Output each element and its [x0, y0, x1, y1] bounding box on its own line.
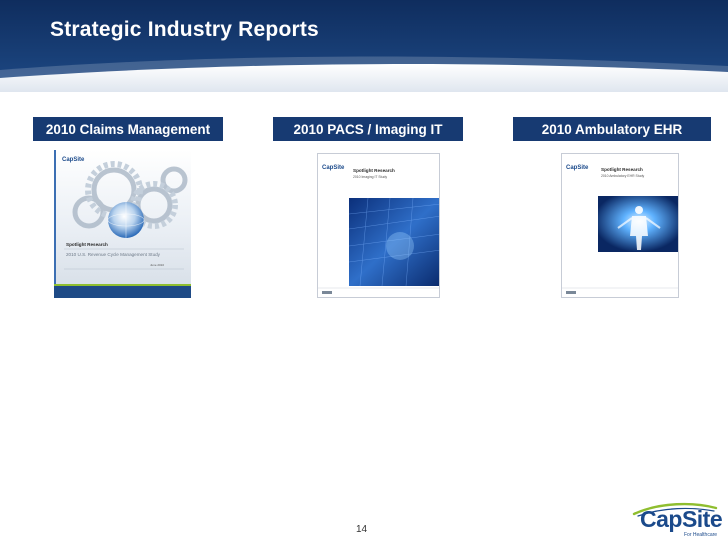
logo-wordmark: CapSite	[640, 506, 723, 532]
page-number: 14	[356, 524, 368, 535]
cover-subheading: 2010 Imaging IT Study	[353, 175, 388, 179]
logo-tagline: For Healthcare	[684, 532, 718, 538]
report-cover-ehr[interactable]: CapSite Spotlight Research 2010 Ambulato…	[561, 153, 679, 298]
cover-logo: CapSite	[62, 157, 84, 163]
cover-date: June 2010	[150, 263, 165, 267]
cover-logo: CapSite	[566, 165, 588, 171]
header-band: Strategic Industry Reports	[0, 0, 728, 92]
cover-subheading: 2010 Ambulatory EHR Study	[601, 174, 645, 178]
page-title: Strategic Industry Reports	[50, 18, 319, 41]
capsite-logo: CapSite For Healthcare	[630, 500, 723, 542]
cover-logo-text: CapSite	[62, 157, 85, 163]
column-label-claims: 2010 Claims Management	[33, 117, 223, 141]
report-cover-pacs[interactable]: CapSite Spotlight Research 2010 Imaging …	[317, 153, 440, 298]
cover-logo-text: CapSite	[322, 165, 345, 171]
cover-heading: Spotlight Research	[353, 168, 395, 173]
cover-logo-text: CapSite	[566, 165, 589, 171]
cover-artwork-gears	[54, 150, 191, 298]
cover-subheading: 2010 U.S. Revenue Cycle Management Study	[66, 252, 160, 257]
cover-heading: Spotlight Research	[601, 167, 643, 172]
column-label-ehr: 2010 Ambulatory EHR	[513, 117, 711, 141]
report-cover-claims[interactable]: CapSite Spotlight Research 2010 U.S. Rev…	[54, 150, 191, 298]
cover-logo: CapSite	[322, 165, 344, 171]
header-decoration	[0, 0, 728, 92]
column-label-pacs: 2010 PACS / Imaging IT	[273, 117, 463, 141]
cover-heading: Spotlight Research	[66, 242, 108, 247]
